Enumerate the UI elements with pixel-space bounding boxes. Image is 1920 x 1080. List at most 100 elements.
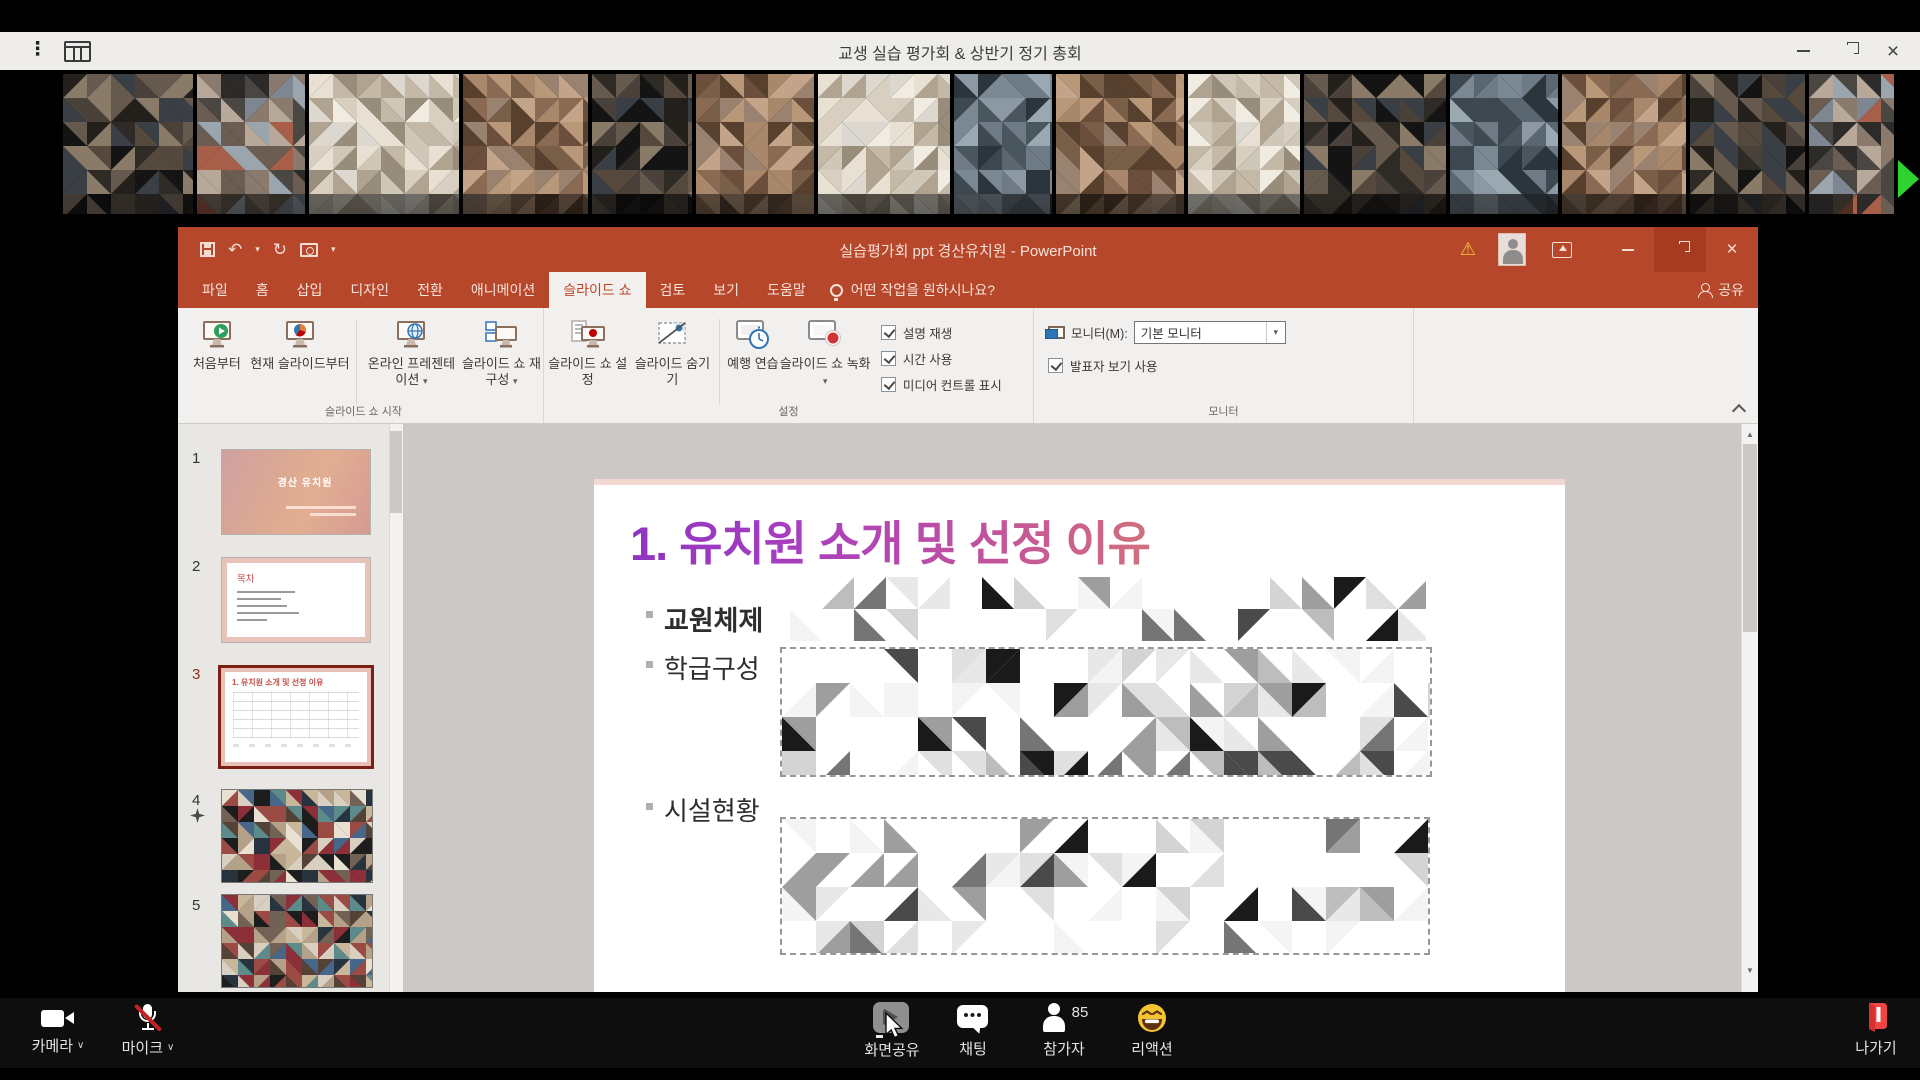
video-tile [197, 74, 305, 214]
censored-table-region-1[interactable] [780, 647, 1432, 777]
group-divider [356, 319, 357, 405]
participants-icon [1040, 1003, 1068, 1033]
chat-button[interactable]: 채팅 [940, 1003, 1006, 1059]
collapse-ribbon-icon[interactable] [1734, 403, 1744, 413]
custom-slideshow-button[interactable]: 슬라이드 쇼 재구성 ▾ [460, 315, 543, 389]
from-beginning-button[interactable]: 처음부터 [184, 315, 250, 372]
hide-slide-button[interactable]: 슬라이드 숨기기 [632, 315, 714, 388]
redo-icon[interactable]: ↻ [273, 241, 287, 258]
bullet-icon [646, 661, 653, 668]
present-online-button[interactable]: 온라인 프레젠테이션 ▾ [363, 315, 460, 389]
strip-expand-arrow-icon[interactable] [1898, 160, 1919, 198]
slide-number: 5 [192, 897, 200, 914]
undo-caret-icon[interactable]: ▾ [255, 245, 260, 254]
ppt-minimize-button[interactable] [1602, 227, 1654, 272]
setup-slideshow-label: 슬라이드 쇼 설정 [544, 356, 632, 388]
checkbox-checked-icon [1048, 358, 1063, 373]
setup-slideshow-button[interactable]: 슬라이드 쇼 설정 [544, 315, 632, 388]
show-media-controls-checkbox[interactable]: 미디어 컨트롤 표시 [881, 375, 1033, 394]
animation-star-icon [190, 808, 205, 823]
video-tile [1056, 74, 1184, 214]
panel-scrollbar[interactable] [389, 424, 403, 992]
monitor-dropdown-value: 기본 모니터 [1135, 323, 1266, 342]
mic-button[interactable]: 마이크 ∨ [106, 1002, 190, 1058]
reactions-button[interactable]: 리액션 [1112, 1003, 1192, 1059]
tab-help[interactable]: 도움말 [753, 272, 820, 308]
censored-table-region-2[interactable] [780, 817, 1430, 955]
ppt-close-button[interactable]: × [1706, 227, 1758, 272]
slide-thumbnail-4[interactable] [222, 790, 372, 882]
leave-label: 나가기 [1855, 1037, 1896, 1058]
video-tile [309, 74, 459, 214]
slide-number: 1 [192, 450, 200, 467]
rehearse-timings-label: 예행 연습 [727, 356, 778, 372]
monitor-label: 모니터(M): [1071, 323, 1128, 342]
tab-design[interactable]: 디자인 [336, 272, 403, 308]
slide-thumbnail-2[interactable]: 목차 [222, 558, 370, 642]
account-avatar[interactable] [1498, 233, 1526, 266]
tell-me-box[interactable]: 어떤 작업을 원하시나요? [851, 272, 1005, 308]
ppt-body: 1 경산 유치원 2 목차 3 1. 유치원 [178, 424, 1758, 992]
tab-file[interactable]: 파일 [188, 272, 242, 308]
slide-thumbnail-1[interactable]: 경산 유치원 [222, 450, 370, 534]
undo-icon[interactable]: ↶ [228, 241, 242, 258]
monitor-row: 모니터(M): 기본 모니터 ▾ [1048, 321, 1413, 344]
tab-animations[interactable]: 애니메이션 [457, 272, 549, 308]
tab-insert[interactable]: 삽입 [283, 272, 337, 308]
slideshow-icon[interactable] [300, 243, 318, 257]
video-tile [592, 74, 692, 214]
thumb3-row [233, 744, 359, 747]
qat-more-icon[interactable]: ▾ [331, 245, 336, 254]
chevron-down-icon: ∨ [167, 1042, 174, 1053]
editor-scrollbar[interactable]: ▲ ▼ [1741, 424, 1758, 992]
reaction-emoji-icon [1137, 1003, 1167, 1033]
checkbox-checked-icon [881, 351, 896, 366]
leave-button[interactable]: 나가기 [1838, 1002, 1914, 1058]
censored-text-region [790, 577, 1426, 641]
thumb2-title: 목차 [237, 571, 254, 585]
ribbon-display-options-icon[interactable] [1552, 242, 1572, 258]
from-current-button[interactable]: 현재 슬라이드부터 [250, 315, 350, 372]
meeting-window-titlebar: ⋮ 교생 실습 평가회 & 상반기 정기 총회 × [0, 32, 1920, 70]
use-timings-checkbox[interactable]: 시간 사용 [881, 349, 1033, 368]
tab-transitions[interactable]: 전환 [403, 272, 457, 308]
slide-thumbnail-3-selected[interactable]: 1. 유치원 소개 및 선정 이유 [218, 665, 374, 769]
presenter-view-checkbox[interactable]: 발표자 보기 사용 [1048, 356, 1413, 375]
window-minimize-button[interactable] [1782, 32, 1824, 70]
video-tile [1304, 74, 1446, 214]
panel-scrollbar-thumb[interactable] [390, 431, 402, 513]
present-online-label: 온라인 프레젠테이션 ▾ [363, 356, 460, 389]
window-close-button[interactable]: × [1872, 32, 1914, 70]
window-restore-button[interactable] [1828, 32, 1870, 70]
tab-review[interactable]: 검토 [646, 272, 700, 308]
video-strip [0, 70, 1920, 218]
play-narrations-checkbox[interactable]: 설명 재생 [881, 323, 1033, 342]
slide-canvas[interactable]: 1. 유치원 소개 및 선정 이유 교원체제 학급구성 시설현황 [594, 479, 1565, 992]
ppt-restore-button[interactable] [1654, 227, 1706, 272]
scroll-up-icon[interactable]: ▲ [1742, 426, 1758, 442]
meeting-title: 교생 실습 평가회 & 상반기 정기 총회 [0, 40, 1920, 64]
tab-slideshow[interactable]: 슬라이드 쇼 [549, 272, 645, 308]
rehearse-clock-icon [735, 319, 771, 351]
monitor-dropdown[interactable]: 기본 모니터 ▾ [1134, 321, 1286, 344]
from-beginning-label: 처음부터 [193, 356, 241, 372]
ribbon: 처음부터 현재 슬라이드부터 온라인 프레젠테이션 ▾ 슬라이드 쇼 재구성 ▾… [178, 308, 1758, 424]
save-icon[interactable] [200, 242, 215, 257]
slide-number: 2 [192, 558, 200, 575]
tab-home[interactable]: 홈 [242, 272, 283, 308]
camera-button[interactable]: 카메라∨ [16, 1002, 100, 1056]
warning-icon[interactable]: ⚠ [1460, 239, 1476, 260]
thumb1-subtitle-bar [286, 506, 356, 509]
editor-scrollbar-thumb[interactable] [1743, 444, 1757, 632]
hide-slide-icon [655, 319, 689, 351]
tab-view[interactable]: 보기 [699, 272, 753, 308]
hide-slide-label: 슬라이드 숨기기 [632, 356, 714, 388]
group-divider [719, 319, 720, 405]
mic-label: 마이크 [122, 1037, 163, 1058]
rehearse-timings-button[interactable]: 예행 연습 [726, 315, 779, 372]
slide-thumbnail-5[interactable] [222, 895, 372, 987]
record-slideshow-button[interactable]: 슬라이드 쇼 녹화 ▾ [780, 315, 871, 389]
scroll-down-icon[interactable]: ▼ [1742, 962, 1758, 978]
participants-button[interactable]: 85 참가자 [1018, 1003, 1110, 1059]
share-button[interactable]: 공유 [1698, 272, 1744, 308]
